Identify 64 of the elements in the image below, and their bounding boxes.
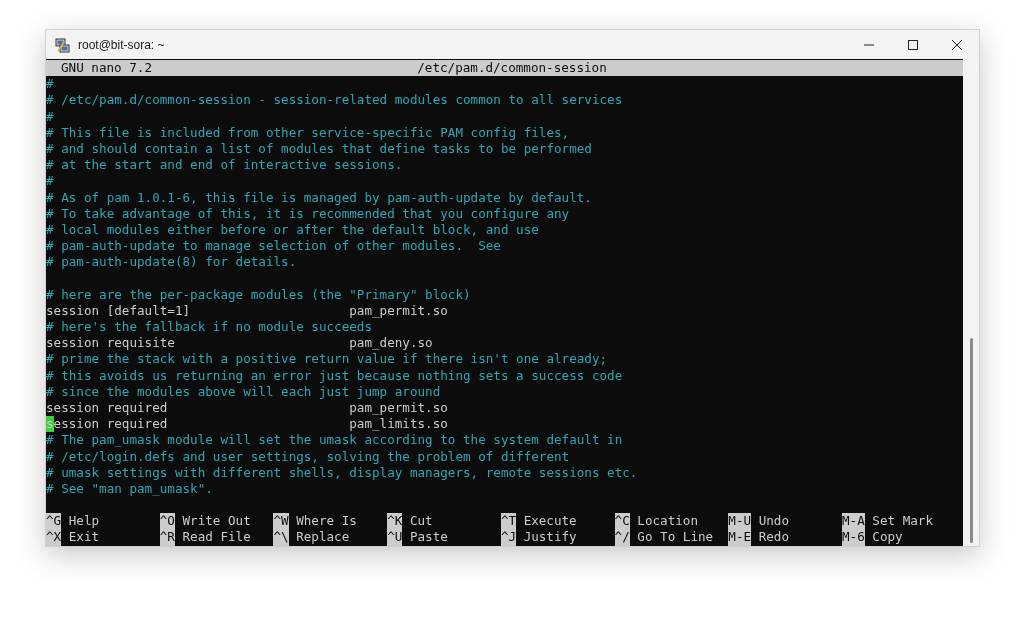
shortcut-label: Read File xyxy=(182,529,251,546)
shortcut-label: Set Mark xyxy=(872,513,934,530)
shortcut-key: M-6 xyxy=(842,529,865,546)
config-line: session [default=1] pam_permit.so xyxy=(46,302,449,319)
config-line: session requisite pam_deny.so xyxy=(46,335,434,352)
shortcut-label: Help xyxy=(68,513,100,530)
shortcut-label: Exit xyxy=(68,529,100,546)
shortcut-label: Undo xyxy=(758,513,789,530)
comment-line: # pam-auth-update to manage selection of other modules. See xyxy=(46,238,502,255)
shortcut-label: Redo xyxy=(758,529,789,546)
comment-line: # To take advantage of this, it is recommended that you configure any xyxy=(46,205,571,222)
comment-line: # prime the stack with a positive return value if there isn't one already; xyxy=(46,351,609,368)
shortcut-key: ^R xyxy=(159,529,175,546)
comment-line: # xyxy=(46,108,55,125)
comment-line: # at the start and end of interactive sessions. xyxy=(46,157,404,174)
shortcut-key: M-U xyxy=(728,513,752,530)
comment-line: # /etc/pam.d/common-session - session-related modules common to all services xyxy=(46,92,624,109)
shortcut-key: ^\ xyxy=(273,529,289,546)
shortcut-key: ^T xyxy=(500,513,517,530)
maximize-icon xyxy=(908,39,918,50)
comment-line: # As of pam 1.0.1-6, this file is managed by pam-auth-update by default. xyxy=(46,189,593,206)
comment-line: # This file is included from other service-specific PAM config files, xyxy=(46,124,571,141)
file-path: /etc/pam.d/common-session xyxy=(416,60,608,77)
shortcut-key: ^X xyxy=(46,529,62,546)
comment-line: # See "man pam_umask". xyxy=(46,480,214,498)
shortcut-label: Execute xyxy=(523,513,577,530)
window-title: root@bit-sora: ~ xyxy=(78,37,165,52)
shortcut-label: Go To Line xyxy=(637,529,714,546)
comment-line: # this avoids us returning an error just because nothing sets a success code xyxy=(46,367,624,384)
shortcut-key: M-A xyxy=(842,513,865,530)
shortcut-label: Write Out xyxy=(182,513,251,530)
shortcut-key: ^U xyxy=(387,529,403,546)
scrollbar-thumb[interactable] xyxy=(969,338,973,543)
shortcut-key: M-E xyxy=(728,529,752,546)
shortcut-key: ^C xyxy=(614,513,630,530)
shortcut-label: Justify xyxy=(523,529,577,546)
shortcut-key: ^/ xyxy=(614,529,630,546)
shortcut-key: ^O xyxy=(159,513,175,530)
close-icon xyxy=(952,39,962,50)
comment-line: # The pam_umask module will set the umask according to the system default in xyxy=(46,432,624,449)
computer-icon xyxy=(54,36,70,53)
config-line: session required pam_permit.so xyxy=(46,399,449,417)
scrollbar[interactable] xyxy=(963,59,979,546)
shortcut-label: Paste xyxy=(409,529,448,546)
shortcut-label: Copy xyxy=(872,529,903,546)
shortcut-key: ^K xyxy=(387,513,403,530)
shortcut-label: Where Is xyxy=(296,513,357,530)
comment-line: # local modules either before or after the default block, and use xyxy=(46,221,540,239)
editor-version: GNU nano 7.2 xyxy=(60,60,153,77)
shortcut-key: ^G xyxy=(46,513,62,530)
comment-line: # and should contain a list of modules that define tasks to be performed xyxy=(46,140,593,158)
comment-line: # umask settings with different shells, display managers, remote sessions etc. xyxy=(46,464,639,481)
shortcut-label: Cut xyxy=(409,513,433,530)
comment-line: # pam-auth-update(8) for details. xyxy=(46,254,298,271)
comment-line: # /etc/login.defs and user settings, solving the problem of different xyxy=(46,448,571,465)
comment-line: # since the modules above will each just jump around xyxy=(46,383,442,400)
shortcut-label: Location xyxy=(637,513,698,530)
shortcut-label: Replace xyxy=(296,529,350,546)
comment-line: # xyxy=(46,76,55,93)
shortcut-key: ^J xyxy=(500,529,517,546)
comment-line: # here's the fallback if no module succeeds xyxy=(46,319,374,336)
comment-line: # xyxy=(46,173,55,190)
comment-line: # here are the per-package modules (the "Primary" block) xyxy=(46,286,472,303)
shortcut-key: ^W xyxy=(273,513,289,530)
